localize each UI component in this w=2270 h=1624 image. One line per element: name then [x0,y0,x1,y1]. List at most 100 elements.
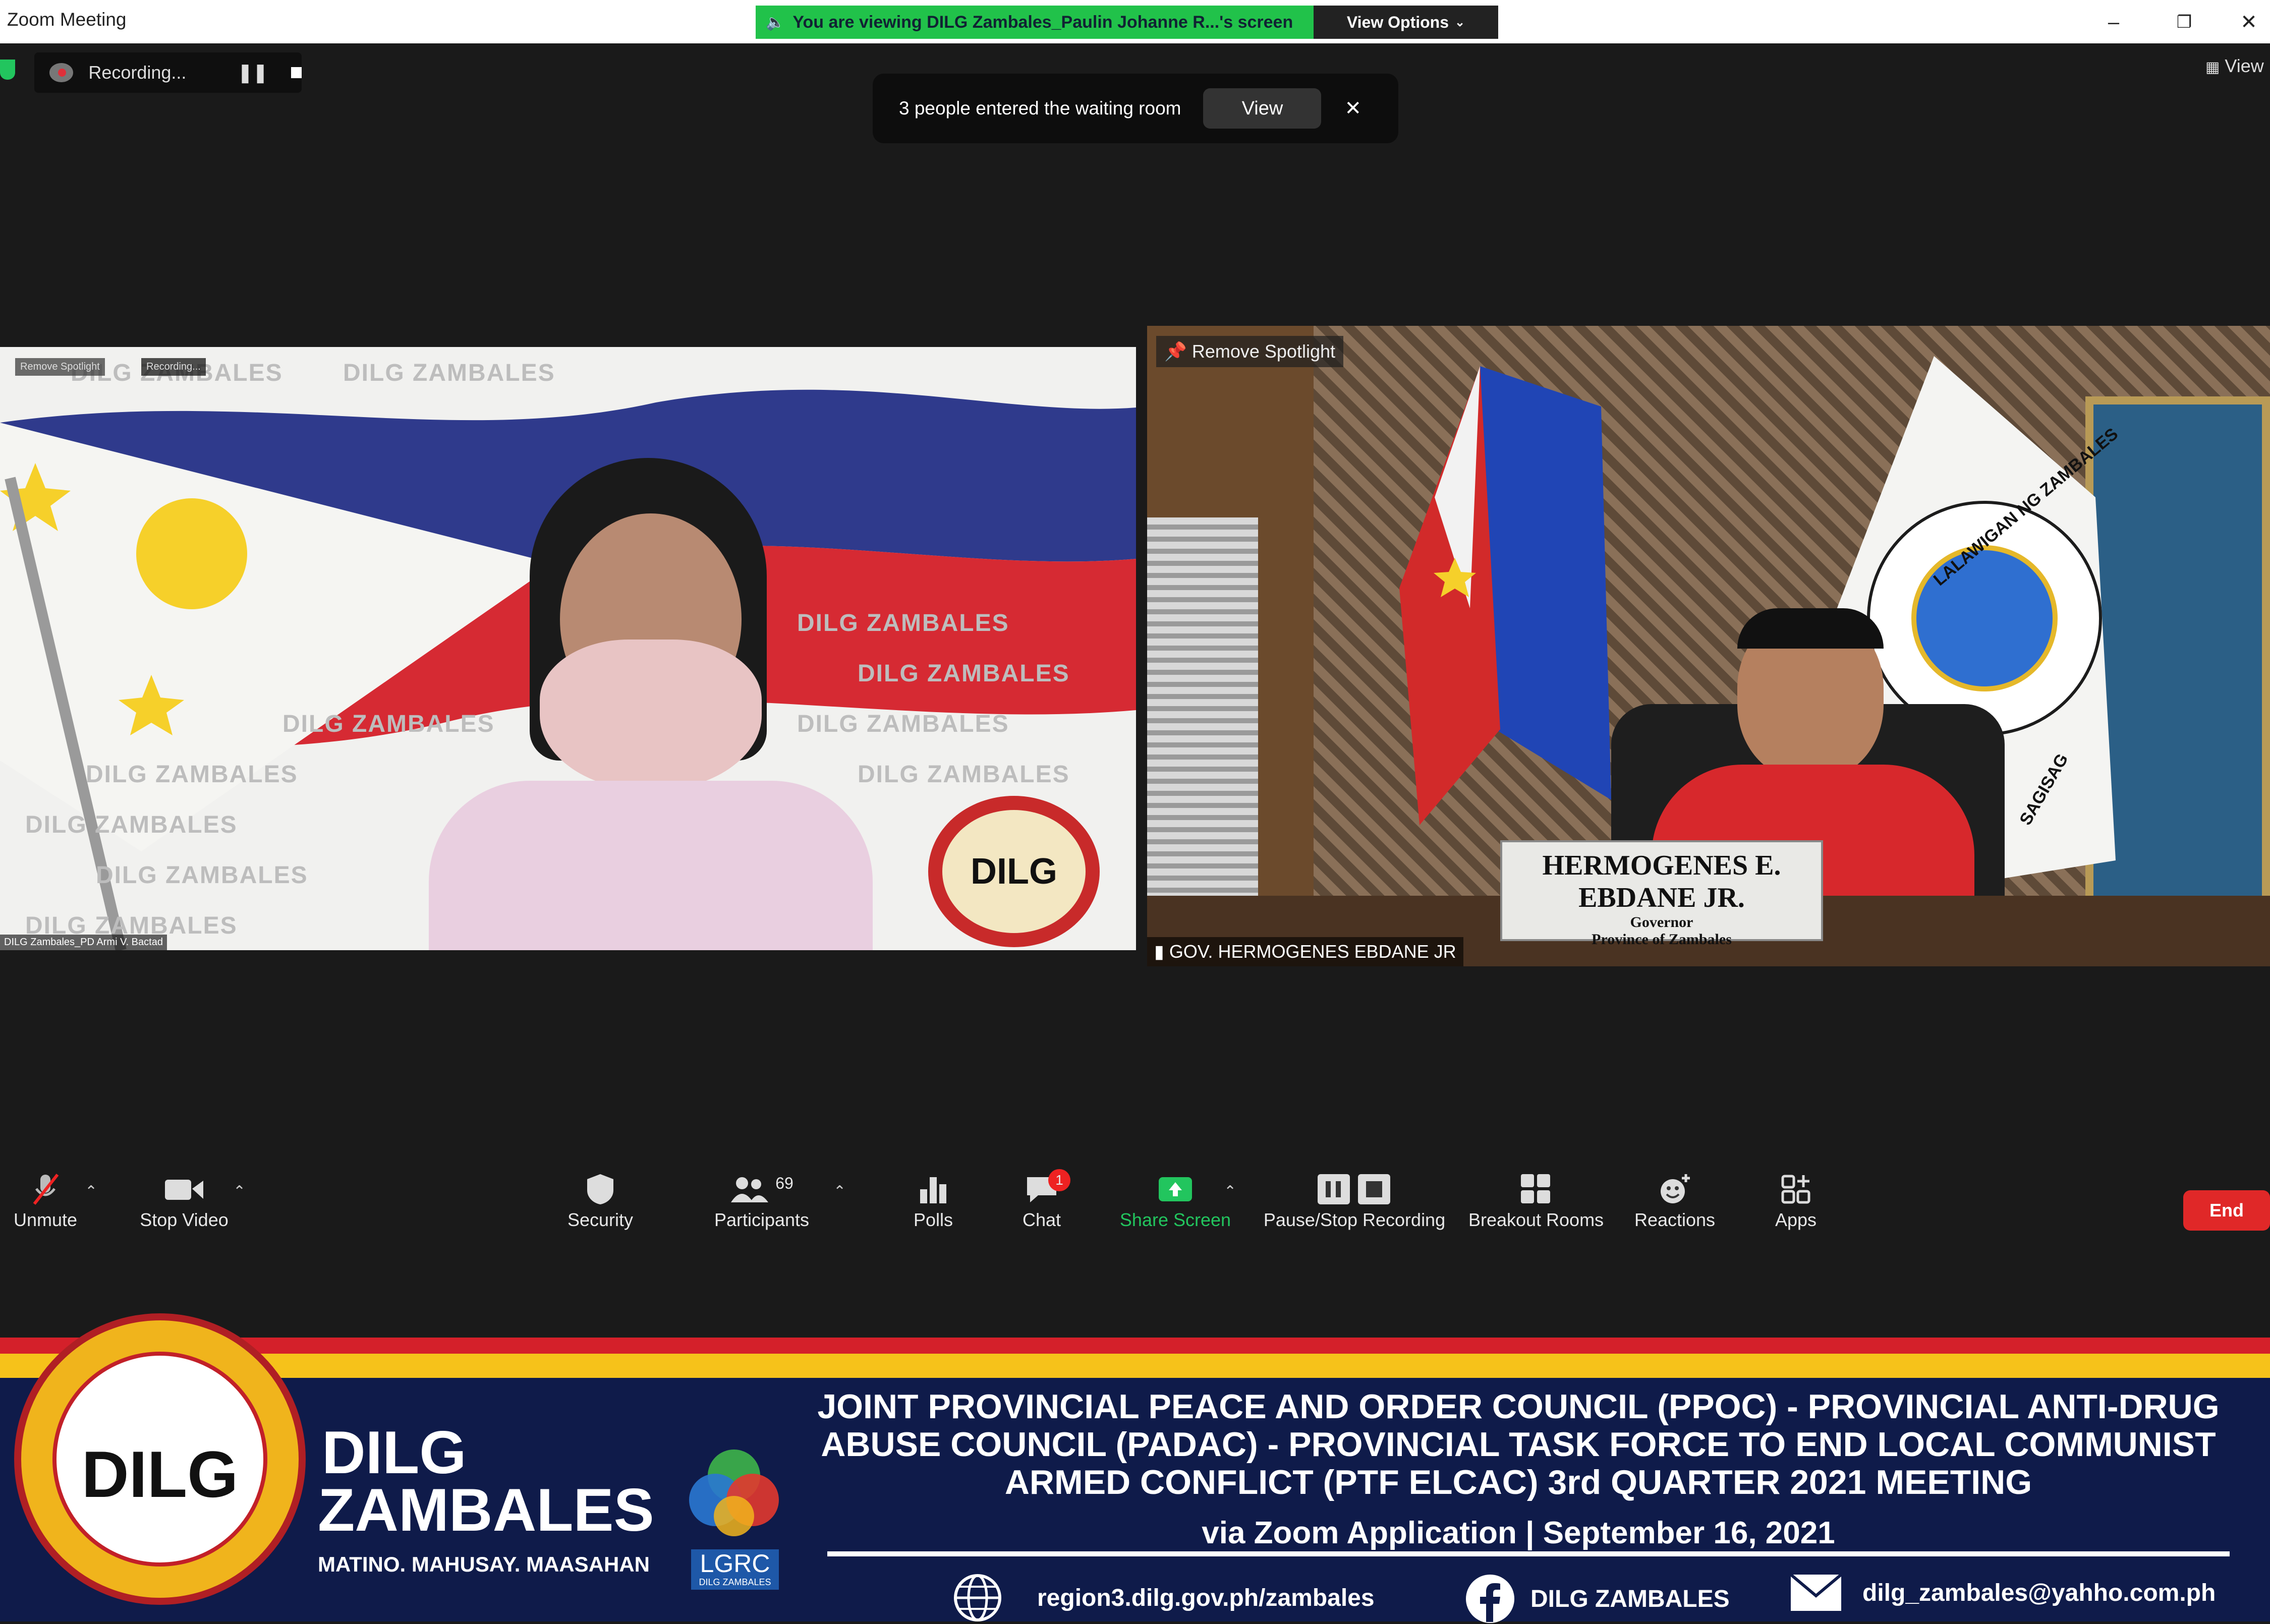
face-mask [540,640,762,791]
bar-chart-icon [898,1169,969,1209]
mini-recording-label: Recording... [141,358,206,376]
gallery-view-button[interactable]: ▦ View [2205,55,2264,77]
participants-count: 69 [775,1174,793,1192]
security-label: Security [567,1209,634,1230]
smiley-icon [1624,1169,1725,1209]
close-icon[interactable]: ✕ [1344,97,1361,120]
stop-video-button[interactable]: Stop Video [131,1169,237,1231]
dilg-seal-badge: DILG [928,796,1100,947]
watermark-text: DILG ZAMBALES [797,711,1009,737]
unmute-button[interactable]: Unmute [5,1169,86,1231]
muted-microphone-icon [5,1169,86,1209]
share-options-caret-icon[interactable]: ⌃ [1224,1183,1236,1200]
contact-email: dilg_zambales@yahho.com.ph [1790,1574,2216,1612]
shield-icon [560,1169,641,1209]
window-title: Zoom Meeting [7,9,127,30]
facebook-icon [1466,1575,1514,1623]
breakout-rooms-button[interactable]: Breakout Rooms [1463,1169,1609,1231]
waiting-room-message: 3 people entered the waiting room [899,98,1181,119]
waiting-room-notification: 3 people entered the waiting room View ✕ [873,74,1398,143]
watermark-text: DILG ZAMBALES [25,811,238,838]
polls-label: Polls [913,1209,953,1230]
recording-status: Recording... [88,62,187,83]
apps-icon [1761,1169,1831,1209]
remove-spotlight-button[interactable]: 📌 Remove Spotlight [1156,336,1343,367]
watermark-text: DILG ZAMBALES [858,761,1070,788]
banner-stripe [0,1338,2270,1378]
participant-name-right: ▮ GOV. HERMOGENES EBDANE JR [1147,937,1463,966]
apps-button[interactable]: Apps [1761,1169,1831,1231]
polls-button[interactable]: Polls [898,1169,969,1231]
mini-spotlight-label: Remove Spotlight [15,358,105,376]
watermark-text: DILG ZAMBALES [343,360,555,386]
cloud-recording-icon [49,63,74,82]
view-waiting-room-button[interactable]: View [1203,88,1322,129]
apps-label: Apps [1775,1209,1817,1230]
view-button-label: View [1241,97,1283,119]
dilg-seal-logo: DILG [14,1313,306,1605]
unmute-label: Unmute [13,1209,78,1230]
watermark-text: DILG ZAMBALES [86,761,298,788]
pin-icon: 📌 [1164,341,1187,362]
breakout-rooms-label: Breakout Rooms [1468,1209,1604,1230]
view-options-button[interactable]: View Options ⌄ [1314,6,1498,39]
participants-label: Participants [714,1209,810,1230]
share-screen-icon [1115,1169,1236,1209]
contact-facebook: DILG ZAMBALES [1465,1574,1730,1624]
pause-recording-icon[interactable]: ❚❚ [238,62,268,83]
stop-recording-icon[interactable] [291,67,302,78]
participants-button[interactable]: 69 Participants [706,1169,817,1231]
watermark-text: DILG ZAMBALES [858,660,1070,687]
share-banner-text: You are viewing DILG Zambales_Paulin Joh… [792,12,1293,32]
speaker-icon: 🔈 [766,14,785,31]
share-screen-label: Share Screen [1119,1209,1231,1230]
org-motto: MATINO. MAHUSAY. MAASAHAN [318,1552,650,1576]
chat-bubble-icon: 1 [1009,1169,1074,1209]
chat-button[interactable]: 1 Chat [1009,1169,1074,1231]
signal-bars-icon: ▮ [1154,941,1164,962]
reactions-label: Reactions [1634,1209,1716,1230]
pause-stop-recording-button[interactable]: Pause/Stop Recording [1256,1169,1453,1231]
security-button[interactable]: Security [560,1169,641,1231]
grid-icon: ▦ [2205,59,2220,76]
chat-label: Chat [1022,1209,1061,1230]
envelope-icon [1790,1574,1842,1611]
chat-unread-badge: 1 [1048,1169,1070,1191]
video-camera-icon [131,1169,237,1209]
screen-share-banner: 🔈 You are viewing DILG Zambales_Paulin J… [756,6,1314,39]
watermark-text: DILG ZAMBALES [282,711,495,737]
stop-video-label: Stop Video [140,1209,229,1230]
pause-stop-icon [1256,1169,1453,1209]
remove-spotlight-label: Remove Spotlight [1191,341,1335,362]
philippine-flag [1399,366,1611,825]
participant-video [429,458,873,950]
recording-indicator: Recording... ❚❚ [34,52,302,93]
watermark-text: DILG ZAMBALES [797,610,1009,636]
encryption-shield-icon[interactable] [0,60,15,80]
end-label: End [2209,1200,2244,1221]
window-titlebar: Zoom Meeting 🔈 You are viewing DILG Zamb… [0,0,2270,43]
org-name-line1: DILG [322,1419,467,1486]
share-screen-button[interactable]: Share Screen [1115,1169,1236,1231]
lgrc-label: LGRC DILG ZAMBALES [691,1549,779,1590]
end-meeting-button[interactable]: End [2183,1190,2270,1231]
watermark-text: DILG ZAMBALES [96,862,308,889]
participants-icon: 69 [706,1169,817,1209]
reactions-button[interactable]: Reactions [1624,1169,1725,1231]
video-tile-right[interactable]: LALAWIGAN NG ZAMBALES SAGISAG HERMOGENES… [1147,326,2270,966]
event-title: JOINT PROVINCIAL PEACE AND ORDER COUNCIL… [817,1387,2220,1501]
event-subtitle: via Zoom Application | September 16, 202… [1202,1516,1835,1550]
participants-caret-icon[interactable]: ⌃ [833,1183,846,1200]
banner-divider [827,1551,2230,1556]
audio-options-caret-icon[interactable]: ⌃ [85,1183,97,1200]
governor-nameplate: HERMOGENES E. EBDANE JR. Governor Provin… [1500,840,1823,948]
pause-stop-recording-label: Pause/Stop Recording [1263,1209,1446,1230]
close-window-icon[interactable]: ✕ [2234,7,2264,37]
restore-icon[interactable]: ❐ [2169,7,2199,37]
video-options-caret-icon[interactable]: ⌃ [233,1183,246,1200]
org-name-line2: ZAMBALES [318,1476,654,1544]
video-tile-left[interactable]: DILG ZAMBALES DILG ZAMBALES DILG ZAMBALE… [0,347,1136,950]
view-label: View [2225,55,2264,76]
globe-icon [954,1574,1001,1621]
minimize-icon[interactable]: – [2098,7,2129,37]
